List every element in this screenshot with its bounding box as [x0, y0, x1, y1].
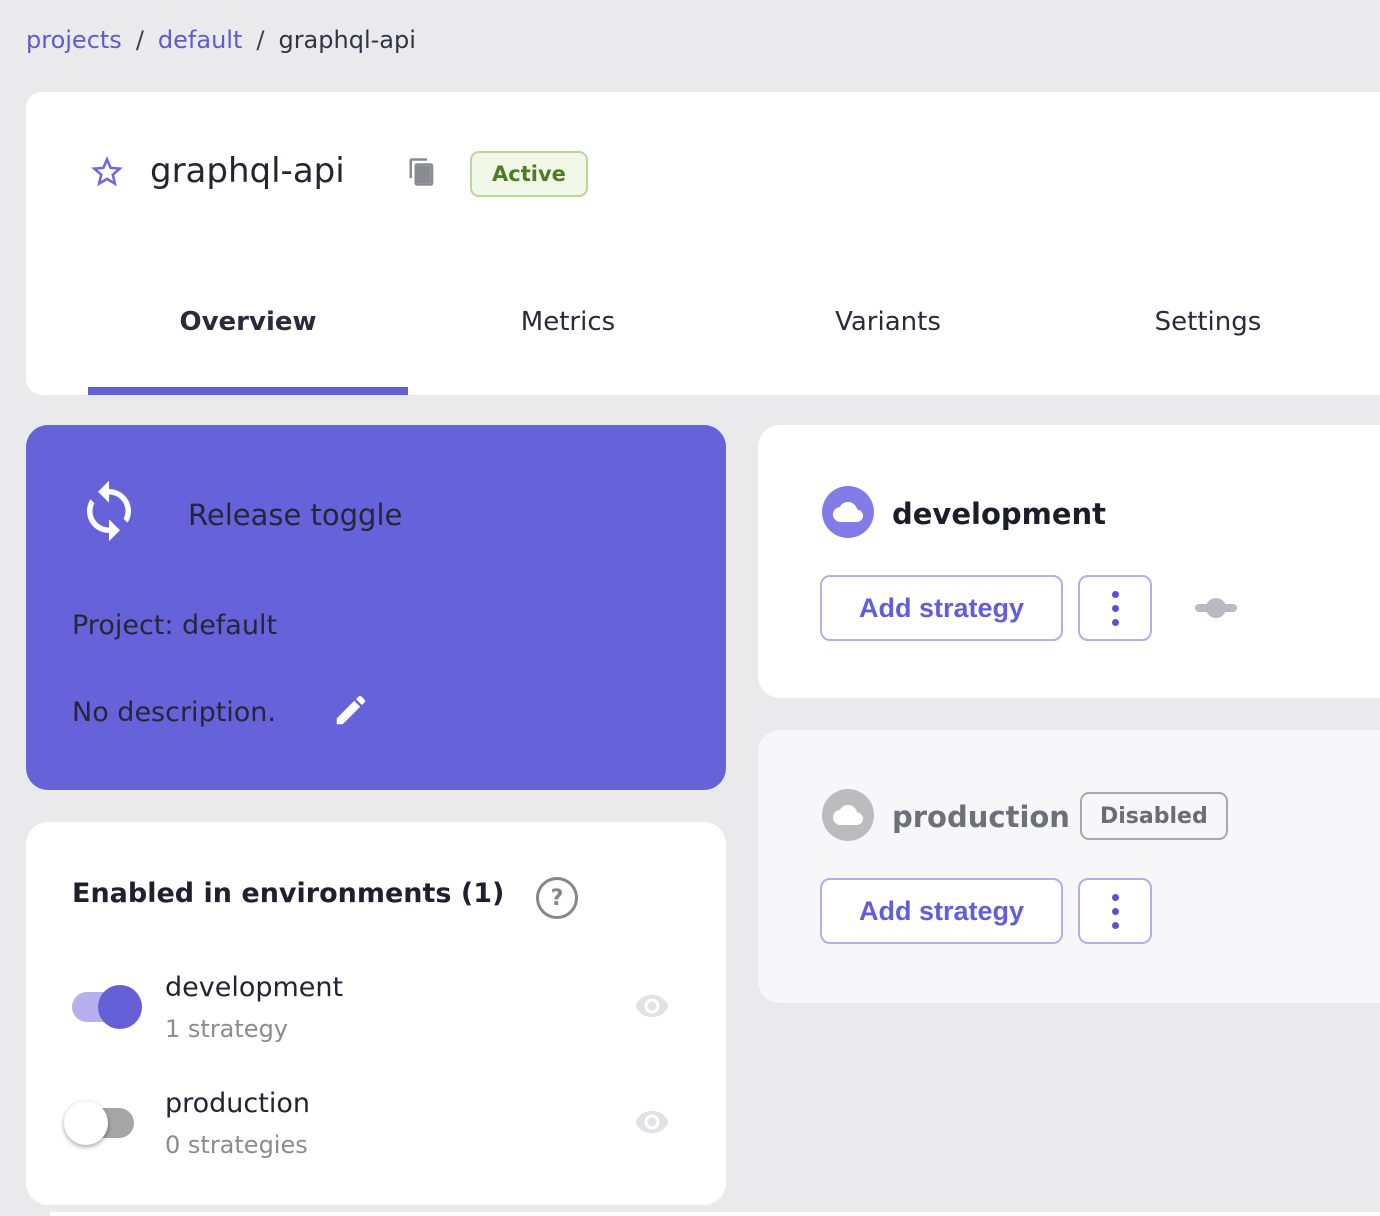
breadcrumb-separator: / [256, 26, 265, 54]
environment-name: production [892, 800, 1070, 834]
project-label: Project: default [72, 610, 278, 641]
tab-metrics[interactable]: Metrics [408, 257, 728, 387]
page-title: graphql-api [150, 151, 345, 191]
active-tab-indicator [88, 387, 408, 395]
cloud-icon [822, 486, 874, 538]
environment-card-development [758, 425, 1380, 698]
kebab-dot [1111, 893, 1119, 901]
kebab-dot [1111, 590, 1119, 598]
tab-variants[interactable]: Variants [728, 257, 1048, 387]
visibility-eye-icon[interactable] [628, 1104, 676, 1140]
breadcrumb-separator: / [135, 26, 144, 54]
kebab-dot [1111, 921, 1119, 929]
environment-card-production [758, 730, 1380, 1003]
kebab-dot [1111, 604, 1119, 612]
release-toggle-type-icon [76, 478, 142, 544]
breadcrumb-current: graphql-api [278, 26, 416, 54]
environment-name: development [892, 497, 1107, 531]
tab-overview[interactable]: Overview [88, 257, 408, 387]
environment-menu-button-development[interactable] [1078, 575, 1152, 641]
favorite-star-icon[interactable] [88, 153, 126, 191]
environment-row-strategies: 0 strategies [165, 1131, 308, 1159]
visibility-eye-icon[interactable] [628, 988, 676, 1024]
environment-row-strategies: 1 strategy [165, 1015, 288, 1043]
kebab-dot [1111, 618, 1119, 626]
breadcrumb: projects / default / graphql-api [26, 26, 416, 54]
breadcrumb-projects[interactable]: projects [26, 26, 122, 54]
next-section-edge [50, 1212, 1380, 1216]
add-strategy-button-development[interactable]: Add strategy [820, 575, 1063, 641]
toggle-type-label: Release toggle [188, 498, 403, 532]
environment-row-name: development [165, 972, 344, 1003]
cloud-icon [822, 789, 874, 841]
description-text: No description. [72, 697, 277, 728]
help-icon[interactable]: ? [536, 877, 578, 919]
environment-row-name: production [165, 1088, 310, 1119]
kebab-dot [1111, 907, 1119, 915]
strategy-slider-icon[interactable] [1195, 598, 1237, 618]
environment-toggle-production[interactable] [64, 1101, 134, 1145]
enabled-environments-title: Enabled in environments (1) [72, 878, 505, 909]
breadcrumb-default[interactable]: default [158, 26, 242, 54]
slider-dot [1206, 598, 1226, 618]
edit-description-icon[interactable] [332, 691, 370, 729]
tab-settings[interactable]: Settings [1048, 257, 1368, 387]
status-badge: Active [470, 151, 588, 197]
add-strategy-button-production[interactable]: Add strategy [820, 878, 1063, 944]
toggle-thumb [64, 1101, 108, 1145]
environment-menu-button-production[interactable] [1078, 878, 1152, 944]
toggle-thumb [98, 985, 142, 1029]
environment-toggle-development[interactable] [72, 985, 142, 1029]
copy-name-icon[interactable] [407, 157, 437, 187]
disabled-badge: Disabled [1080, 792, 1228, 840]
